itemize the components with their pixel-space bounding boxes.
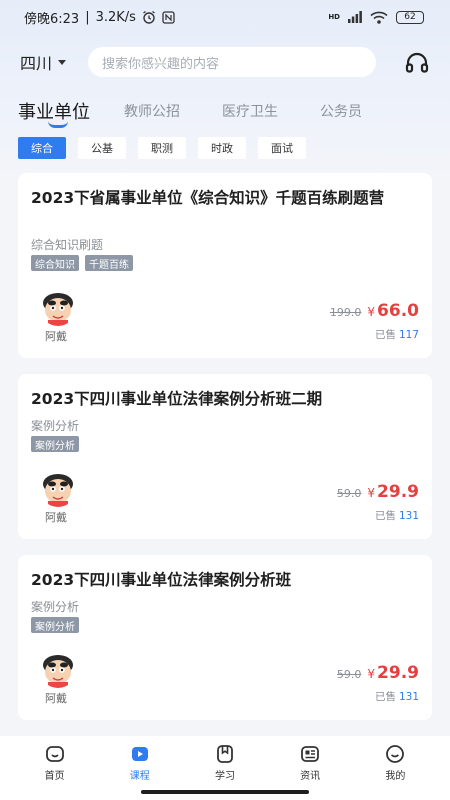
filter-chips: 综合 公基 职测 时政 面试 (18, 137, 306, 159)
region-selector[interactable]: 四川 (20, 50, 88, 74)
region-label: 四川 (20, 54, 53, 73)
wifi-icon (370, 11, 388, 24)
tab-teacher-recruit[interactable]: 教师公招 (124, 94, 180, 121)
course-subtitle: 综合知识刷题 (31, 238, 104, 252)
chip-general[interactable]: 综合 (18, 137, 66, 159)
course-card[interactable]: 2023下省属事业单位《综合知识》千题百练刷题营 综合知识刷题 综合知识 千题百… (18, 173, 432, 358)
course-tags: 案例分析 (31, 436, 79, 452)
nav-home[interactable]: 首页 (25, 736, 85, 800)
course-tags: 综合知识 千题百练 (31, 255, 133, 271)
course-title: 2023下省属事业单位《综合知识》千题百练刷题营 (31, 189, 385, 207)
cell-signal-icon (348, 11, 362, 23)
teacher-name: 阿戴 (45, 692, 67, 705)
course-subtitle: 案例分析 (31, 600, 80, 614)
price-row: 59.0 ¥ 29.9 (337, 482, 419, 502)
headset-icon[interactable] (404, 50, 430, 76)
teacher-name: 阿戴 (45, 330, 67, 343)
active-tab-indicator (48, 121, 68, 128)
play-icon (131, 747, 148, 761)
profile-icon (386, 745, 405, 763)
course-tags: 案例分析 (31, 617, 79, 633)
search-placeholder: 搜索你感兴趣的内容 (102, 56, 220, 72)
news-icon (301, 746, 320, 762)
current-price: 29.9 (377, 663, 419, 683)
currency-symbol: ¥ (367, 667, 376, 681)
category-tabs: 事业单位 教师公招 医疗卫生 公务员 (18, 94, 432, 134)
course-card[interactable]: 2023下四川事业单位法律案例分析班二期 案例分析 案例分析 阿戴 59.0 ¥… (18, 374, 432, 539)
course-tag: 千题百练 (85, 255, 133, 271)
home-indicator[interactable] (141, 790, 309, 794)
original-price: 59.0 (336, 487, 362, 500)
course-title: 2023下四川事业单位法律案例分析班二期 (31, 390, 323, 408)
teacher-avatar-icon (43, 474, 73, 507)
alarm-icon (143, 10, 155, 24)
chip-aptitude[interactable]: 职测 (138, 137, 186, 159)
header: 四川 搜索你感兴趣的内容 (0, 46, 450, 78)
course-card[interactable]: 2023下四川事业单位法律案例分析班 案例分析 案例分析 阿戴 59.0 ¥ 2… (18, 555, 432, 720)
teacher-avatar-icon (43, 293, 73, 326)
sold-count: 已售 131 (374, 691, 419, 703)
avatar (39, 469, 77, 507)
currency-symbol: ¥ (367, 305, 376, 319)
tab-medical[interactable]: 医疗卫生 (222, 94, 278, 121)
original-price: 59.0 (336, 668, 362, 681)
price-row: 59.0 ¥ 29.9 (337, 663, 419, 683)
caret-down-icon (58, 59, 67, 65)
status-bar: 傍晚6:23 | 3.2K/s HD 62 (0, 0, 450, 34)
home-icon (45, 746, 64, 762)
tab-shiye-danwei[interactable]: 事业单位 (18, 94, 90, 128)
avatar (39, 288, 77, 326)
avatar (39, 650, 77, 688)
status-net-speed: 3.2K/s (95, 9, 136, 25)
battery-indicator: 62 (396, 10, 424, 24)
chip-current-affairs[interactable]: 时政 (198, 137, 246, 159)
current-price: 29.9 (377, 482, 419, 502)
price-row: 199.0 ¥ 66.0 (330, 301, 419, 321)
currency-symbol: ¥ (367, 486, 376, 500)
teacher-avatar-icon (43, 655, 73, 688)
course-subtitle: 案例分析 (31, 419, 80, 433)
course-tag: 案例分析 (31, 617, 79, 633)
status-time: 傍晚6:23 (24, 11, 80, 27)
course-title: 2023下四川事业单位法律案例分析班 (31, 571, 292, 589)
course-tag: 案例分析 (31, 436, 79, 452)
tab-civil-servant[interactable]: 公务员 (320, 94, 362, 121)
original-price: 199.0 (329, 306, 362, 319)
nav-profile[interactable]: 我的 (365, 736, 425, 800)
teacher-name: 阿戴 (45, 511, 67, 524)
course-tag: 综合知识 (31, 255, 79, 271)
chip-public-basics[interactable]: 公基 (78, 137, 126, 159)
chip-interview[interactable]: 面试 (258, 137, 306, 159)
sold-count: 已售 131 (374, 510, 419, 522)
nfc-icon (162, 10, 175, 24)
search-input[interactable]: 搜索你感兴趣的内容 (88, 47, 376, 77)
sold-count: 已售 117 (374, 329, 419, 341)
bookmark-icon (217, 745, 233, 763)
hd-signal-label: HD (328, 13, 340, 21)
current-price: 66.0 (377, 301, 419, 321)
